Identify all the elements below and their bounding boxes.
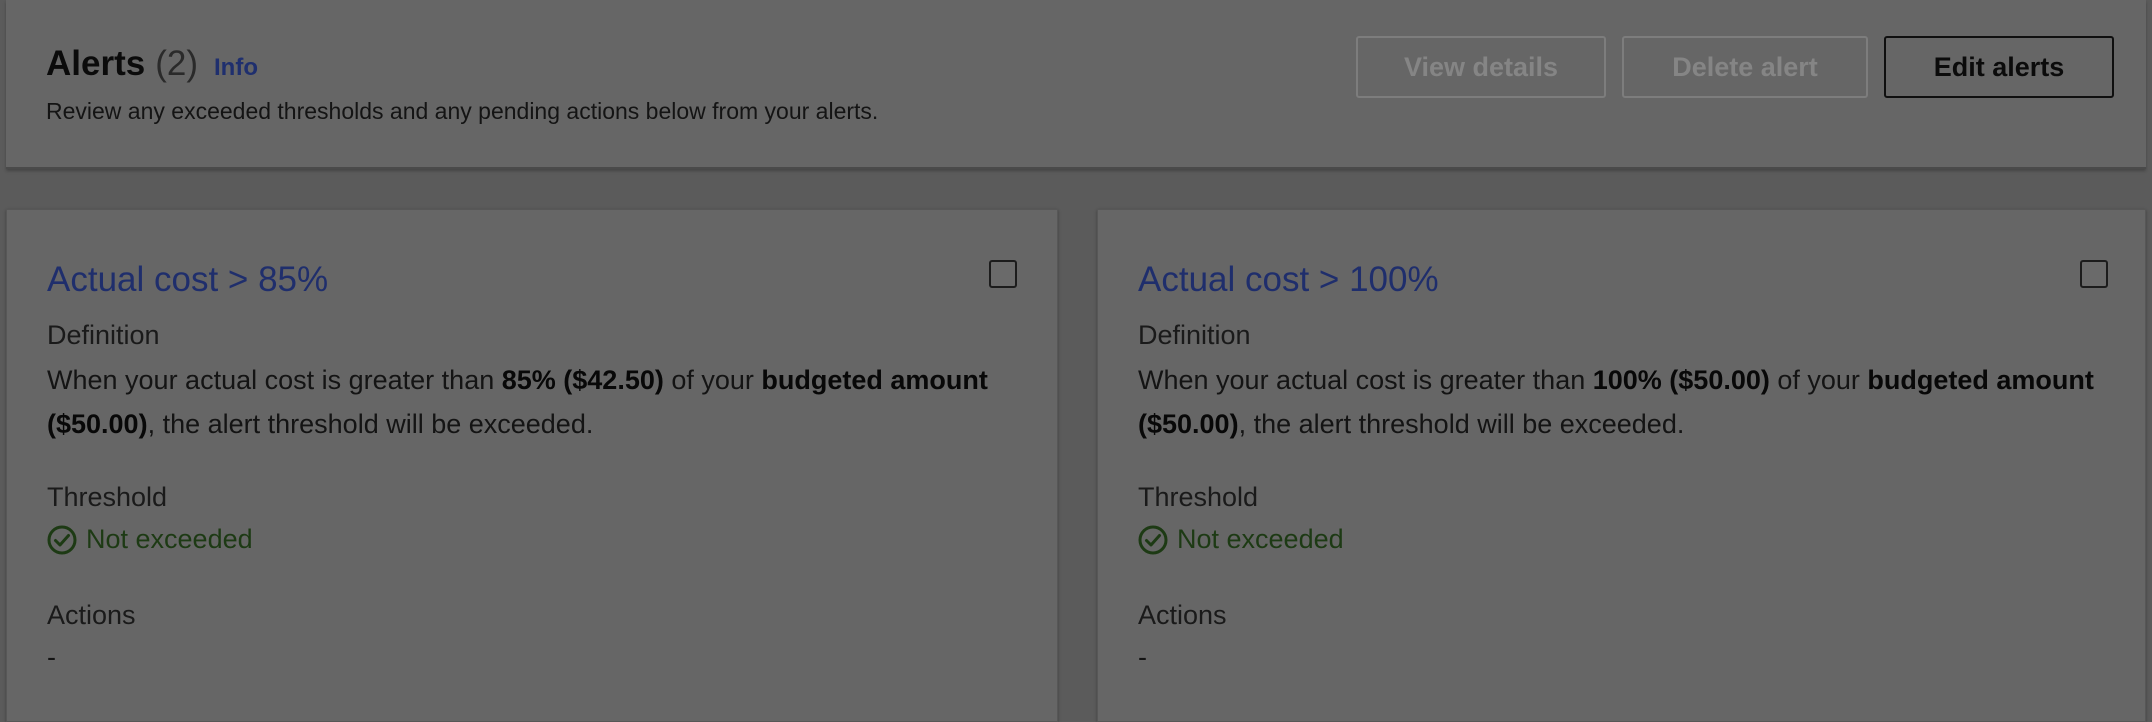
info-link[interactable]: Info <box>214 54 258 82</box>
alert-card: Actual cost > 100% Definition When your … <box>1097 209 2146 722</box>
definition-label: Definition <box>1138 320 1251 350</box>
definition-label: Definition <box>47 320 160 350</box>
threshold-label: Threshold <box>47 482 168 512</box>
threshold-label: Threshold <box>1138 482 1259 512</box>
actions-label: Actions <box>1138 600 1227 630</box>
alert-title-link[interactable]: Actual cost > 85% <box>47 260 328 300</box>
check-circle-icon <box>1138 525 1168 555</box>
alerts-header-panel: Alerts (2) Info Review any exceeded thre… <box>6 0 2146 169</box>
actions-value: - <box>47 642 56 672</box>
threshold-status-text: Not exceeded <box>86 524 253 554</box>
actions-label: Actions <box>47 600 136 630</box>
delete-alert-button[interactable]: Delete alert <box>1622 36 1868 98</box>
definition-text: When your actual cost is greater than 85… <box>47 365 988 439</box>
page-description: Review any exceeded thresholds and any p… <box>46 98 879 124</box>
alert-card: Actual cost > 85% Definition When your a… <box>6 209 1058 722</box>
view-details-button[interactable]: View details <box>1356 36 1606 98</box>
edit-alerts-button[interactable]: Edit alerts <box>1884 36 2114 98</box>
check-circle-icon <box>47 525 77 555</box>
title-text: Alerts <box>46 44 146 83</box>
threshold-status: Not exceeded <box>1138 524 1344 555</box>
threshold-status-text: Not exceeded <box>1177 524 1344 554</box>
alert-title-link[interactable]: Actual cost > 100% <box>1138 260 1439 300</box>
threshold-status: Not exceeded <box>47 524 253 555</box>
alert-count: (2) <box>155 44 198 83</box>
alert-select-checkbox[interactable] <box>989 260 1017 288</box>
alert-select-checkbox[interactable] <box>2080 260 2108 288</box>
page-title: Alerts (2) Info <box>46 44 258 84</box>
definition-text: When your actual cost is greater than 10… <box>1138 365 2094 439</box>
actions-value: - <box>1138 642 1147 672</box>
